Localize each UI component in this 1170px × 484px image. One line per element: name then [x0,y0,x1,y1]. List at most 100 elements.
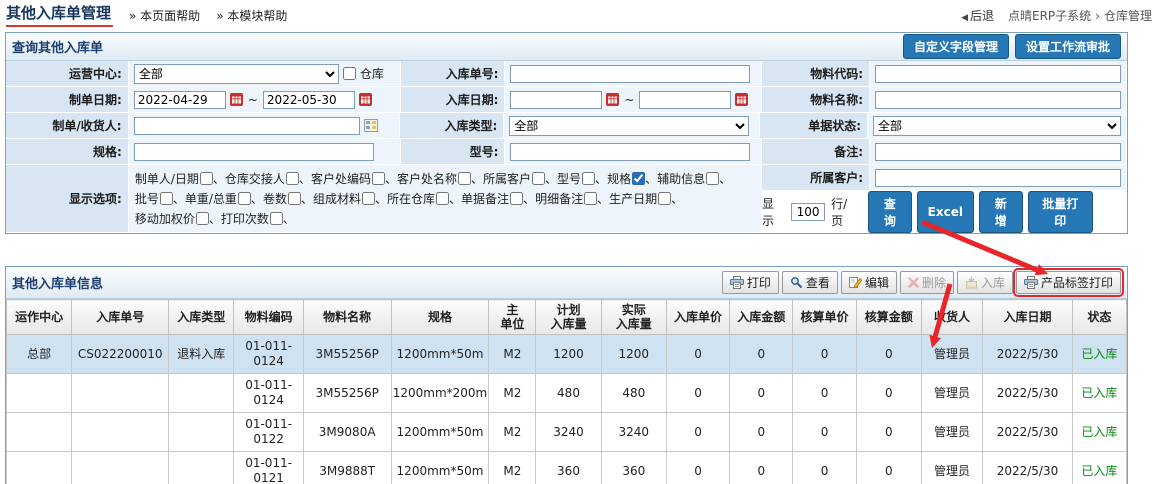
workflow-setup-button[interactable]: 设置工作流审批 [1015,34,1121,59]
customer-input[interactable] [875,169,1121,187]
table-cell [72,413,169,452]
back-link[interactable]: ◀后退 [961,7,994,24]
display-option-checkbox[interactable] [196,212,209,225]
table-cell [72,374,169,413]
material-code-input[interactable] [875,65,1121,83]
display-option-checkbox[interactable] [286,172,299,185]
display-option-checkbox[interactable] [200,172,213,185]
make-date-to-input[interactable] [263,91,355,109]
table-cell: 0 [666,413,729,452]
results-panel-title: 其他入库单信息 [12,273,103,292]
display-option-checkbox[interactable] [510,192,523,205]
make-date-from-input[interactable] [134,91,226,109]
results-toolbar: 打印查看编辑 删除 入库产品标签打印 [722,271,1121,294]
display-option-checkbox[interactable] [436,192,449,205]
print-button[interactable]: 打印 [722,271,779,294]
display-option-checkbox[interactable] [658,192,671,205]
toolbar-button-label: 删除 [922,274,946,291]
calendar-icon[interactable] [606,93,619,106]
toolbar-button-label: 入库 [981,274,1005,291]
order-no-input[interactable] [510,65,750,83]
display-option-checkbox[interactable] [584,192,597,205]
table-cell: 已入库 [1072,452,1126,484]
material-name-input[interactable] [875,91,1121,109]
table-cell: 退料入库 [169,335,234,374]
warehouse-checkbox[interactable] [343,67,356,80]
in-type-select[interactable]: 全部 [509,116,749,136]
edit-button[interactable]: 编辑 [841,271,897,294]
delete-icon [908,277,919,288]
table-cell: 0 [856,374,921,413]
display-option: 组成材料、 [313,192,387,206]
op-center-select[interactable]: 全部 [134,64,339,84]
breadcrumb-section[interactable]: 仓库管理 [1104,9,1152,23]
breadcrumb: 点晴ERP子系统›仓库管理 [1006,7,1154,24]
date-range-tilde: ~ [248,93,258,107]
display-option-checkbox[interactable] [362,192,375,205]
table-cell: 360 [536,452,601,484]
option-separator: 、 [449,192,461,206]
breadcrumb-app[interactable]: 点晴ERP子系统 [1008,9,1091,23]
table-row[interactable]: 01-011-01213M9888T1200mm*50mM23603600000… [7,452,1127,484]
table-cell: 0 [793,374,856,413]
custom-fields-button[interactable]: 自定义字段管理 [903,34,1009,59]
display-option-checkbox[interactable] [160,192,173,205]
delete-button: 删除 [900,271,954,294]
calendar-icon[interactable] [230,93,243,106]
table-cell: M2 [489,452,536,484]
excel-button[interactable]: Excel [917,191,974,233]
display-option-checkbox[interactable] [270,212,283,225]
query-button[interactable]: 查询 [868,191,912,233]
table-row[interactable]: 01-011-01223M9080A1200mm*50mM23240324000… [7,413,1127,452]
calendar-icon[interactable] [359,93,372,106]
option-separator: 、 [375,192,387,206]
display-option-checkbox[interactable] [582,172,595,185]
search-panel-title: 查询其他入库单 [12,37,103,56]
column-header: 入库日期 [983,300,1073,335]
display-option-checkbox[interactable] [632,172,645,185]
display-option-checkbox[interactable] [532,172,545,185]
display-option-label: 移动加权价 [135,212,195,226]
page-help-link[interactable]: » 本页面帮助 [129,7,200,27]
order-no-label: 入库单号: [446,65,499,82]
in-type-label: 入库类型: [444,117,497,134]
spec-input[interactable] [134,143,374,161]
inbound-icon [965,276,978,289]
remark-label: 备注: [834,143,863,160]
display-option-checkbox[interactable] [706,172,719,185]
table-row[interactable]: 总部CS022200010退料入库01-011-01243M55256P1200… [7,335,1127,374]
option-separator: 、 [299,172,311,186]
option-separator: 、 [251,192,263,206]
add-button[interactable]: 新增 [979,191,1023,233]
table-row[interactable]: 01-011-01243M55256P1200mm*200mM248048000… [7,374,1127,413]
display-option-checkbox[interactable] [238,192,251,205]
table-cell: 480 [536,374,601,413]
top-bar: 其他入库单管理 » 本页面帮助 » 本模块帮助 ◀后退 点晴ERP子系统›仓库管… [0,0,1170,30]
product-label-print-button[interactable]: 产品标签打印 [1016,271,1121,294]
in-date-to-input[interactable] [639,91,731,109]
display-option-label: 客户处名称 [397,172,457,186]
column-header: 核算金额 [856,300,921,335]
table-cell [7,452,72,484]
doc-status-label: 单据状态: [808,117,861,134]
doc-status-select[interactable]: 全部 [873,116,1121,136]
in-date-from-input[interactable] [510,91,602,109]
display-option-checkbox[interactable] [458,172,471,185]
display-option-checkbox[interactable] [288,192,301,205]
display-option-checkbox[interactable] [372,172,385,185]
view-button[interactable]: 查看 [782,271,838,294]
pager-row: 显示 行/页 查询Excel新增批量打印 [762,191,1127,233]
calendar-icon[interactable] [735,93,748,106]
remark-input[interactable] [875,143,1121,161]
option-separator: 、 [523,192,535,206]
module-help-link[interactable]: » 本模块帮助 [216,7,287,27]
page-title: 其他入库单管理 [6,2,113,27]
rows-per-page-input[interactable] [791,203,825,221]
maker-label: 制单/收货人: [52,117,121,134]
table-cell: 01-011-0121 [234,452,303,484]
person-picker-icon[interactable] [364,119,378,132]
table-cell: 0 [793,335,856,374]
model-input[interactable] [510,143,750,161]
maker-input[interactable] [134,117,360,135]
batch-print-button[interactable]: 批量打印 [1028,191,1093,233]
